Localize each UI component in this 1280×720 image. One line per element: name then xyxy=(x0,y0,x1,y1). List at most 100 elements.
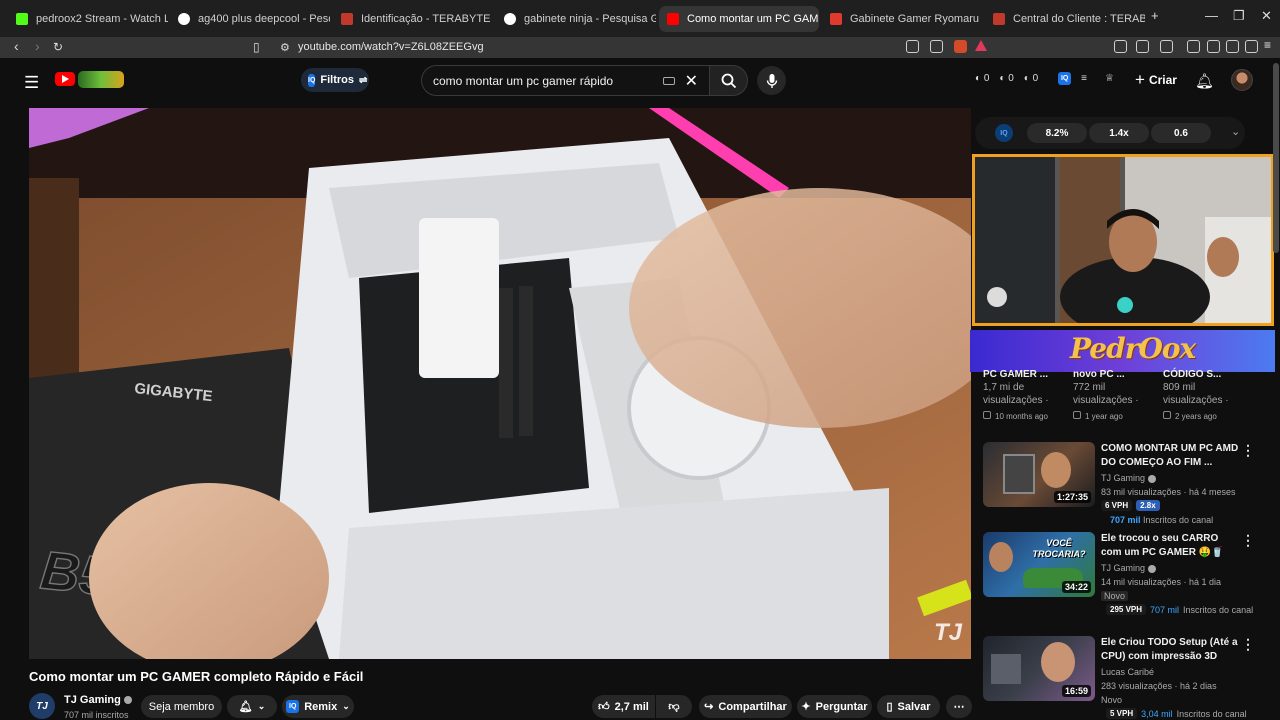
google-icon xyxy=(178,13,190,25)
recommendation-channel[interactable]: Lucas Caribé xyxy=(1101,667,1154,677)
channel-avatar[interactable]: TJ xyxy=(29,693,55,719)
video-thumbnail[interactable]: 16:59 xyxy=(983,636,1095,701)
site-info-icon[interactable]: ⚙ xyxy=(280,41,290,54)
sidebar-icon[interactable] xyxy=(1207,40,1220,53)
filter-sliders-icon: ⇌ xyxy=(359,74,368,86)
filtros-button[interactable]: IQ Filtros ⇌ xyxy=(301,68,369,92)
download-icon[interactable] xyxy=(1160,40,1173,53)
tab-terabyte-id[interactable]: Identificação - TERABYTE xyxy=(333,6,493,32)
recommendation-item[interactable]: 1:27:35 COMO MONTAR UM PC AMD DO COMEÇO … xyxy=(983,442,1263,527)
grid-card[interactable]: PC GAMER ... 1,7 mi de visualizações · 1… xyxy=(983,369,1063,423)
clear-search-icon[interactable]: ✕ xyxy=(685,71,698,91)
thumbs-down-icon: 👎︎ xyxy=(668,701,680,713)
sparkle-icon: ✦ xyxy=(801,701,811,713)
search-button[interactable] xyxy=(709,65,748,96)
filtros-label: Filtros xyxy=(320,74,355,86)
tab-gabinete-ryomaru[interactable]: Gabinete Gamer Ryomaru Ninja 3 Fa xyxy=(822,6,982,32)
recommendation-item[interactable]: 16:59 Ele Criou TODO Setup (Até a CPU) c… xyxy=(983,636,1263,720)
thumb-setup xyxy=(991,654,1021,684)
grid-card-views: 772 mil visualizações · xyxy=(1073,382,1139,406)
vpn-icon[interactable] xyxy=(1245,40,1258,53)
more-options-icon[interactable]: ⋮ xyxy=(1241,636,1255,653)
page-scrollbar[interactable] xyxy=(1273,63,1279,253)
share-button[interactable]: ↪ Compartilhar xyxy=(699,695,792,718)
video-player[interactable]: GIGABYTE B550M DS TJ xyxy=(29,108,971,659)
recommendation-channel[interactable]: TJ Gaming xyxy=(1101,563,1157,573)
tab-youtube[interactable]: Como montar um PC GAMER co✕ xyxy=(659,6,819,32)
share-page-icon[interactable] xyxy=(930,40,943,53)
iq-icon[interactable]: IQ xyxy=(1058,72,1072,85)
list-icon[interactable]: ≡ xyxy=(1081,73,1087,84)
iq-icon[interactable]: IQ xyxy=(995,124,1013,142)
trophy-icon[interactable]: ♕ xyxy=(1105,73,1114,84)
user-avatar[interactable] xyxy=(1231,69,1253,91)
verified-icon xyxy=(1148,564,1157,573)
channel-name[interactable]: TJ Gaming xyxy=(64,694,132,706)
vph-stats: 5 VPH 3,04 mil Inscritos do canal xyxy=(1106,708,1247,719)
dislike-button[interactable]: 👎︎ xyxy=(656,695,692,718)
youtube-doodle-logo[interactable] xyxy=(78,71,124,88)
microphone-icon xyxy=(766,73,777,88)
more-options-icon[interactable]: ⋮ xyxy=(1241,532,1255,549)
join-button[interactable]: Seja membro xyxy=(141,695,222,718)
recommendation-channel[interactable]: TJ Gaming xyxy=(1101,473,1157,483)
save-button[interactable]: ▯ Salvar xyxy=(877,695,940,718)
tab-google-ag400[interactable]: ag400 plus deepcool - Pesquisa Goo xyxy=(170,6,330,32)
video-thumbnail[interactable]: 1:27:35 xyxy=(983,442,1095,507)
back-icon[interactable]: ‹ xyxy=(14,38,19,54)
tab-label: Identificação - TERABYTE xyxy=(361,13,491,25)
voice-search-button[interactable] xyxy=(757,66,786,95)
video-duration: 1:27:35 xyxy=(1053,491,1091,503)
notification-bell-button[interactable]: 🔔︎ ⌄ xyxy=(227,695,277,718)
verified-icon xyxy=(1148,474,1157,483)
forward-icon[interactable]: › xyxy=(35,38,40,54)
hamburger-menu-icon[interactable]: ☰ xyxy=(24,73,39,93)
browser-menu-icon[interactable]: ≡ xyxy=(1264,38,1277,52)
keyboard-icon[interactable] xyxy=(662,76,675,85)
create-label: Criar xyxy=(1148,73,1177,87)
new-tab-icon[interactable]: + xyxy=(1151,8,1159,23)
search-input[interactable]: como montar um pc gamer rápido ✕ xyxy=(421,65,709,96)
close-window-icon[interactable]: ✕ xyxy=(1261,8,1272,24)
grid-card[interactable]: novo PC ... 772 mil visualizações · 1 ye… xyxy=(1073,369,1153,423)
brave-shields-icon[interactable] xyxy=(954,40,967,53)
minimize-icon[interactable]: — xyxy=(1205,8,1218,23)
url-field[interactable]: youtube.com/watch?v=Z6L08ZEEGvg xyxy=(298,41,484,53)
notifications-bell-icon[interactable]: 🔔︎ xyxy=(1195,72,1214,90)
grid-card[interactable]: CÓDIGO S... 809 mil visualizações · 2 ye… xyxy=(1163,369,1243,423)
recommendation-meta: 83 mil visualizações · há 4 meses xyxy=(1101,487,1236,497)
recommendation-item[interactable]: VOCÊ TROCARIA? 34:22 Ele trocou o seu CA… xyxy=(983,532,1263,617)
ask-button[interactable]: ✦ Perguntar xyxy=(797,695,872,718)
media-icon[interactable] xyxy=(1187,40,1200,53)
bookmark-icon[interactable]: ▯ xyxy=(253,40,260,54)
video-duration: 34:22 xyxy=(1061,581,1091,593)
remix-button[interactable]: IQ Remix ⌄ xyxy=(282,695,354,718)
screenshot-icon[interactable] xyxy=(1136,40,1149,53)
create-button[interactable]: + Criar xyxy=(1126,67,1186,93)
wallet-icon[interactable] xyxy=(1226,40,1239,53)
recommendation-title: Ele Criou TODO Setup (Até a CPU) com imp… xyxy=(1101,637,1238,662)
tab-label: gabinete ninja - Pesquisa Google xyxy=(524,13,656,25)
extensions-icon[interactable] xyxy=(1114,40,1127,53)
tab-google-gabinete[interactable]: gabinete ninja - Pesquisa Google xyxy=(496,6,656,32)
youtube-logo-icon[interactable] xyxy=(55,72,75,86)
vph-stats: 295 VPH 707 mil Inscritos do canal xyxy=(1106,604,1253,615)
reload-icon[interactable]: ↻ xyxy=(53,40,63,54)
plus-icon: + xyxy=(1135,70,1145,89)
like-button[interactable]: 👍︎ 2,7 mil xyxy=(592,695,655,718)
restore-icon[interactable]: ❐ xyxy=(1233,8,1245,24)
video-thumbnail[interactable]: VOCÊ TROCARIA? 34:22 xyxy=(983,532,1095,597)
chevron-down-icon[interactable]: ⌄ xyxy=(1231,125,1240,138)
more-actions-button[interactable]: ⋯ xyxy=(946,695,972,718)
tab-kick[interactable]: pedroox2 Stream - Watch Live on Ki xyxy=(8,6,168,32)
tab-terabyte-central[interactable]: Central do Cliente : TERABYTE xyxy=(985,6,1145,32)
video-duration: 16:59 xyxy=(1061,685,1091,697)
brave-rewards-icon[interactable] xyxy=(975,40,987,51)
tab-label: pedroox2 Stream - Watch Live on Ki xyxy=(36,13,168,25)
cast-icon[interactable] xyxy=(906,40,919,53)
more-options-icon[interactable]: ⋮ xyxy=(1241,442,1255,459)
grid-card-ago: 2 years ago xyxy=(1175,412,1217,421)
bookmark-icon: ▯ xyxy=(886,701,893,713)
tj-watermark: TJ xyxy=(934,619,963,646)
new-badge: Novo xyxy=(1101,695,1123,705)
